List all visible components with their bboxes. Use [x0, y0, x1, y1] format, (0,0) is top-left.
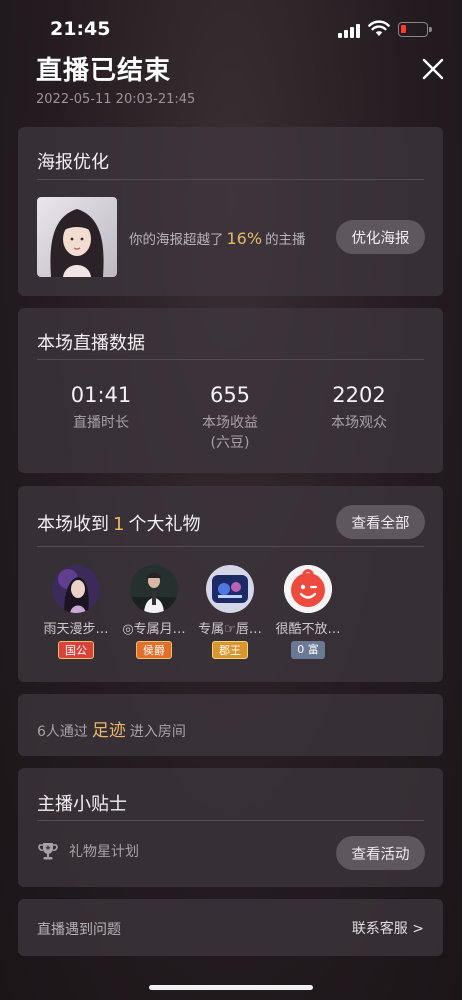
- tip-item-label[interactable]: 礼物星计划: [69, 841, 139, 861]
- issue-label: 直播遇到问题: [37, 922, 121, 938]
- optimize-poster-button[interactable]: 优化海报: [336, 220, 425, 254]
- divider: [37, 546, 424, 547]
- poster-text-before: 你的海报超越了: [129, 232, 224, 248]
- gifts-title-before: 本场收到: [37, 514, 109, 535]
- nobility-badge: 侯爵: [136, 641, 172, 659]
- tips-title: 主播小贴士: [37, 794, 127, 815]
- gifts-title: 本场收到 1 个大礼物: [37, 510, 200, 536]
- footprint-text-before: 6人通过: [37, 724, 88, 740]
- issue-card: 直播遇到问题 联系客服 >: [18, 899, 443, 956]
- poster-text-after: 的主播: [265, 232, 306, 248]
- stat-label: 本场观众: [331, 415, 387, 431]
- nobility-badge: 国公: [58, 641, 94, 659]
- stat-value: 2202: [332, 383, 386, 407]
- poster-thumbnail[interactable]: [37, 197, 117, 277]
- stat-viewers: 2202 本场观众: [304, 383, 414, 433]
- avatar: [52, 565, 100, 613]
- view-all-gifts-button[interactable]: 查看全部: [336, 505, 425, 539]
- poster-percent: 16%: [226, 229, 263, 248]
- divider: [37, 359, 424, 360]
- footprint-highlight: 足迹: [91, 721, 126, 741]
- gifter-item[interactable]: 很酷不放… 0 富: [260, 565, 356, 659]
- live-time-range: 2022-05-11 20:03-21:45: [36, 92, 196, 107]
- stat-value: 655: [209, 383, 251, 407]
- stat-earnings: 655 本场收益 (六豆): [175, 383, 285, 453]
- live-stats-card: 本场直播数据 01:41 直播时长 655 本场收益 (六豆) 2202 本场观…: [18, 308, 443, 473]
- tips-card: 主播小贴士 礼物星计划 查看活动: [18, 768, 443, 887]
- cellular-signal-icon: [338, 22, 362, 38]
- status-time: 21:45: [50, 18, 111, 40]
- live-stats-title: 本场直播数据: [37, 333, 145, 354]
- wifi-icon: [368, 20, 390, 36]
- stat-sublabel: (六豆): [210, 435, 250, 451]
- gifter-name: 很酷不放…: [275, 622, 341, 637]
- stat-value: 01:41: [70, 383, 132, 407]
- gifts-title-after: 个大礼物: [128, 514, 201, 535]
- avatar: [284, 565, 332, 613]
- avatar: [206, 565, 254, 613]
- page-title: 直播已结束: [36, 56, 172, 86]
- trophy-icon: [38, 843, 58, 860]
- stat-label: 本场收益: [202, 415, 258, 431]
- footprint-text-after: 进入房间: [129, 724, 186, 740]
- divider: [37, 179, 424, 180]
- contact-support-link[interactable]: 联系客服 >: [352, 918, 424, 938]
- poster-rank-text: 你的海报超越了 16% 的主播: [129, 228, 306, 248]
- poster-card-title: 海报优化: [37, 152, 109, 173]
- nobility-badge: 郡王: [212, 641, 248, 659]
- close-icon[interactable]: [420, 56, 446, 82]
- divider: [37, 820, 424, 821]
- home-indicator[interactable]: [149, 985, 313, 990]
- wealth-badge: 0 富: [291, 641, 325, 659]
- poster-card: 海报优化 你的海报超越了 16% 的主播 优化海报: [18, 127, 443, 296]
- gift-count: 1: [113, 514, 125, 535]
- stat-label: 直播时长: [73, 415, 129, 431]
- gifts-card: 本场收到 1 个大礼物 查看全部 雨天漫步… 国公 ◎专属月… 侯爵 专属☞唇……: [18, 486, 443, 682]
- status-bar: 21:45: [0, 0, 462, 50]
- footprint-text: 6人通过 足迹 进入房间: [37, 716, 186, 741]
- view-activity-button[interactable]: 查看活动: [336, 836, 425, 870]
- stat-duration: 01:41 直播时长: [46, 383, 156, 433]
- battery-icon: [398, 22, 432, 37]
- footprint-card: 6人通过 足迹 进入房间: [18, 694, 443, 756]
- avatar: [130, 565, 178, 613]
- tip-item-gift-star: 礼物星计划: [37, 840, 139, 862]
